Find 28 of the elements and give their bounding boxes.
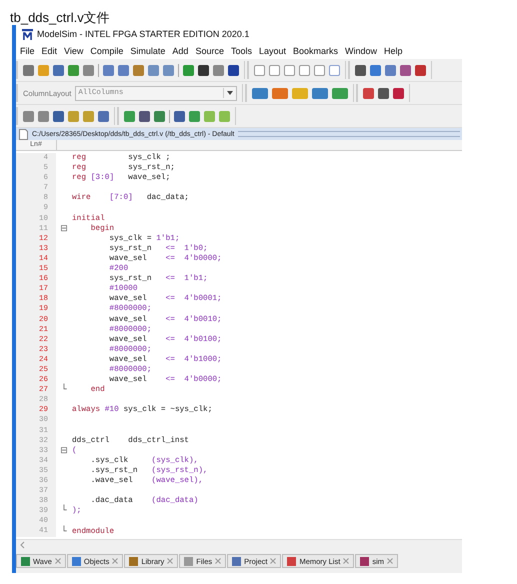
menu-item[interactable]: View: [64, 46, 84, 56]
fold-marker[interactable]: ⊟: [60, 446, 68, 456]
menu-item[interactable]: Add: [172, 46, 188, 56]
menu-item[interactable]: Compile: [90, 46, 124, 56]
app-logo-icon: [22, 28, 33, 40]
menu-item[interactable]: Source: [195, 46, 224, 56]
close-icon[interactable]: [386, 558, 393, 564]
menu-item[interactable]: Bookmarks: [293, 46, 338, 56]
scroll-left-icon[interactable]: [19, 541, 27, 549]
fold-marker[interactable]: └: [61, 526, 67, 537]
close-icon[interactable]: [167, 558, 174, 564]
close-icon[interactable]: [343, 558, 350, 564]
menu-item[interactable]: Layout: [258, 46, 286, 56]
menu-item[interactable]: Tools: [230, 46, 252, 56]
close-icon[interactable]: [54, 558, 61, 564]
window-title: ModelSim - INTEL FPGA STARTER EDITION 2020.1: [37, 29, 250, 39]
close-icon[interactable]: [270, 558, 276, 564]
close-icon[interactable]: [215, 558, 222, 564]
menu-item[interactable]: Edit: [42, 46, 58, 56]
fold-marker[interactable]: ⊟: [60, 224, 68, 234]
page-heading: tb_dds_ctrl.v文件: [9, 9, 111, 25]
menu-item[interactable]: Help: [384, 46, 403, 56]
fold-marker[interactable]: └: [61, 385, 67, 396]
fold-marker[interactable]: └: [61, 506, 67, 516]
close-icon[interactable]: [112, 558, 118, 564]
menu-item[interactable]: Window: [345, 46, 378, 56]
menu-item[interactable]: File: [20, 46, 35, 56]
menu-item[interactable]: Simulate: [130, 46, 166, 56]
